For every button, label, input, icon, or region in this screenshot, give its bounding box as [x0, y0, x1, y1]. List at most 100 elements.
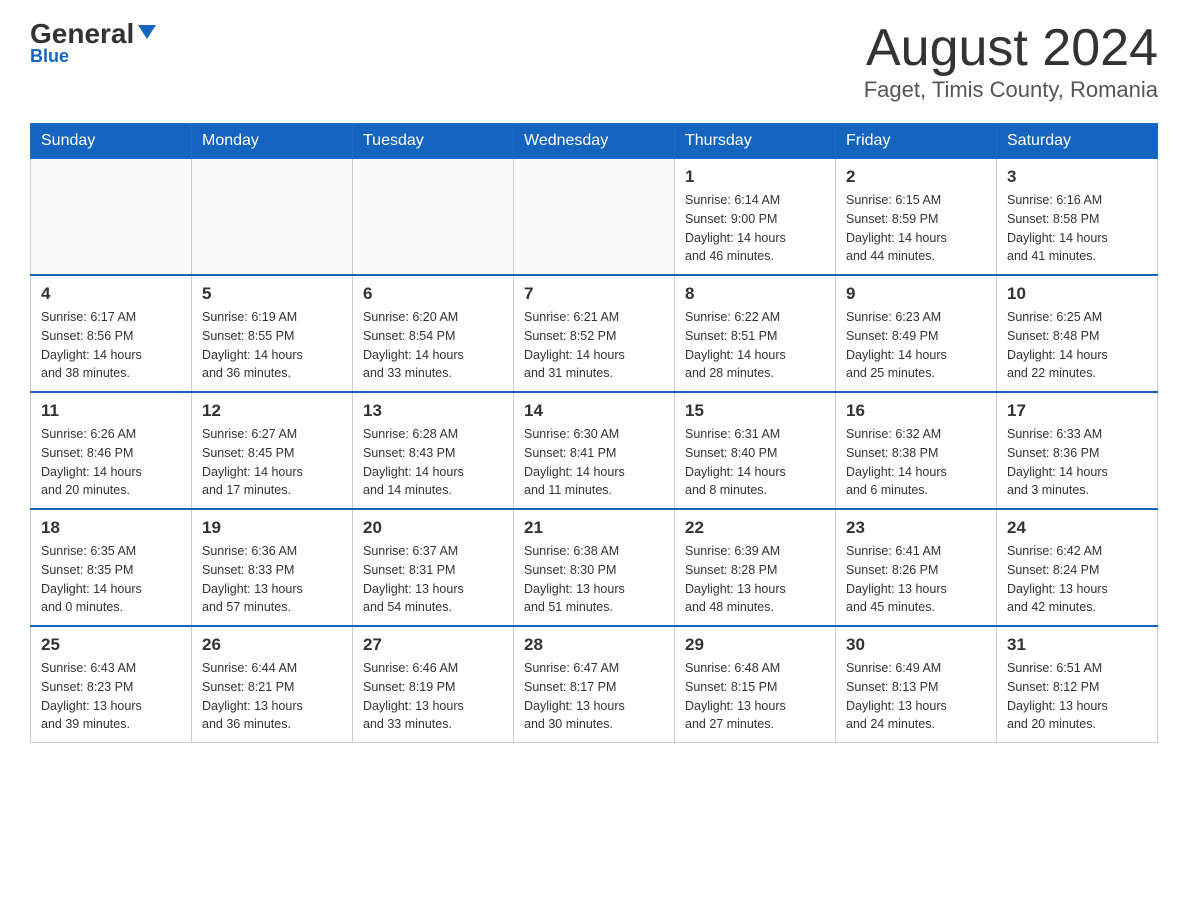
day-info: Sunrise: 6:39 AM Sunset: 8:28 PM Dayligh… — [685, 542, 825, 617]
day-info: Sunrise: 6:15 AM Sunset: 8:59 PM Dayligh… — [846, 191, 986, 266]
calendar-cell — [192, 159, 353, 276]
calendar-cell — [31, 159, 192, 276]
calendar-cell: 24 Sunrise: 6:42 AM Sunset: 8:24 PM Dayli… — [997, 509, 1158, 626]
day-info: Sunrise: 6:44 AM Sunset: 8:21 PM Dayligh… — [202, 659, 342, 734]
calendar-cell: 30 Sunrise: 6:49 AM Sunset: 8:13 PM Dayli… — [836, 626, 997, 743]
day-number: 27 — [363, 635, 503, 655]
calendar-cell: 9Sunrise: 6:23 AM Sunset: 8:49 PM Daylig… — [836, 275, 997, 392]
calendar-cell: 2Sunrise: 6:15 AM Sunset: 8:59 PM Daylig… — [836, 159, 997, 276]
day-info: Sunrise: 6:38 AM Sunset: 8:30 PM Dayligh… — [524, 542, 664, 617]
calendar-cell: 15Sunrise: 6:31 AM Sunset: 8:40 PM Dayli… — [675, 392, 836, 509]
day-info: Sunrise: 6:28 AM Sunset: 8:43 PM Dayligh… — [363, 425, 503, 500]
calendar-cell: 5Sunrise: 6:19 AM Sunset: 8:55 PM Daylig… — [192, 275, 353, 392]
calendar-cell: 23Sunrise: 6:41 AM Sunset: 8:26 PM Dayli… — [836, 509, 997, 626]
day-number: 24 — [1007, 518, 1147, 538]
day-info: Sunrise: 6:30 AM Sunset: 8:41 PM Dayligh… — [524, 425, 664, 500]
day-info: Sunrise: 6:20 AM Sunset: 8:54 PM Dayligh… — [363, 308, 503, 383]
calendar-cell: 26 Sunrise: 6:44 AM Sunset: 8:21 PM Dayli… — [192, 626, 353, 743]
day-number: 7 — [524, 284, 664, 304]
day-info: Sunrise: 6:49 AM Sunset: 8:13 PM Dayligh… — [846, 659, 986, 734]
day-number: 17 — [1007, 401, 1147, 421]
day-number: 26 — [202, 635, 342, 655]
day-number: 22 — [685, 518, 825, 538]
calendar-cell: 17 Sunrise: 6:33 AM Sunset: 8:36 PM Dayli… — [997, 392, 1158, 509]
day-info: Sunrise: 6:27 AM Sunset: 8:45 PM Dayligh… — [202, 425, 342, 500]
calendar-cell: 8Sunrise: 6:22 AM Sunset: 8:51 PM Daylig… — [675, 275, 836, 392]
calendar-week-row: 18 Sunrise: 6:35 AM Sunset: 8:35 PM Dayli… — [31, 509, 1158, 626]
calendar-cell: 21 Sunrise: 6:38 AM Sunset: 8:30 PM Dayli… — [514, 509, 675, 626]
calendar-cell: 19Sunrise: 6:36 AM Sunset: 8:33 PM Dayli… — [192, 509, 353, 626]
day-info: Sunrise: 6:51 AM Sunset: 8:12 PM Dayligh… — [1007, 659, 1147, 734]
calendar-header-wednesday: Wednesday — [514, 124, 675, 159]
day-number: 25 — [41, 635, 181, 655]
calendar-cell: 29 Sunrise: 6:48 AM Sunset: 8:15 PM Dayli… — [675, 626, 836, 743]
day-number: 16 — [846, 401, 986, 421]
day-number: 12 — [202, 401, 342, 421]
calendar-cell: 31 Sunrise: 6:51 AM Sunset: 8:12 PM Dayli… — [997, 626, 1158, 743]
header: General Blue August 2024 Faget, Timis Co… — [30, 20, 1158, 103]
subtitle: Faget, Timis County, Romania — [864, 77, 1158, 103]
calendar-header-friday: Friday — [836, 124, 997, 159]
calendar-week-row: 25Sunrise: 6:43 AM Sunset: 8:23 PM Dayli… — [31, 626, 1158, 743]
day-number: 31 — [1007, 635, 1147, 655]
day-info: Sunrise: 6:42 AM Sunset: 8:24 PM Dayligh… — [1007, 542, 1147, 617]
day-number: 3 — [1007, 167, 1147, 187]
day-info: Sunrise: 6:41 AM Sunset: 8:26 PM Dayligh… — [846, 542, 986, 617]
day-number: 4 — [41, 284, 181, 304]
calendar-cell: 3 Sunrise: 6:16 AM Sunset: 8:58 PM Daylig… — [997, 159, 1158, 276]
calendar-cell: 20Sunrise: 6:37 AM Sunset: 8:31 PM Dayli… — [353, 509, 514, 626]
calendar-cell: 10 Sunrise: 6:25 AM Sunset: 8:48 PM Dayli… — [997, 275, 1158, 392]
calendar-cell: 14Sunrise: 6:30 AM Sunset: 8:41 PM Dayli… — [514, 392, 675, 509]
title-area: August 2024 Faget, Timis County, Romania — [864, 20, 1158, 103]
calendar-header-row: SundayMondayTuesdayWednesdayThursdayFrid… — [31, 124, 1158, 159]
calendar-cell: 25Sunrise: 6:43 AM Sunset: 8:23 PM Dayli… — [31, 626, 192, 743]
day-info: Sunrise: 6:26 AM Sunset: 8:46 PM Dayligh… — [41, 425, 181, 500]
main-title: August 2024 — [864, 20, 1158, 77]
day-info: Sunrise: 6:16 AM Sunset: 8:58 PM Dayligh… — [1007, 191, 1147, 266]
day-number: 15 — [685, 401, 825, 421]
calendar-table: SundayMondayTuesdayWednesdayThursdayFrid… — [30, 123, 1158, 743]
day-info: Sunrise: 6:46 AM Sunset: 8:19 PM Dayligh… — [363, 659, 503, 734]
day-info: Sunrise: 6:33 AM Sunset: 8:36 PM Dayligh… — [1007, 425, 1147, 500]
day-number: 30 — [846, 635, 986, 655]
day-info: Sunrise: 6:35 AM Sunset: 8:35 PM Dayligh… — [41, 542, 181, 617]
calendar-cell: 27 Sunrise: 6:46 AM Sunset: 8:19 PM Dayli… — [353, 626, 514, 743]
calendar-header-sunday: Sunday — [31, 124, 192, 159]
calendar-header-saturday: Saturday — [997, 124, 1158, 159]
calendar-header-monday: Monday — [192, 124, 353, 159]
day-info: Sunrise: 6:48 AM Sunset: 8:15 PM Dayligh… — [685, 659, 825, 734]
logo-general: General — [30, 20, 134, 48]
calendar-cell — [514, 159, 675, 276]
calendar-week-row: 4 Sunrise: 6:17 AM Sunset: 8:56 PM Daylig… — [31, 275, 1158, 392]
calendar-cell: 11 Sunrise: 6:26 AM Sunset: 8:46 PM Dayli… — [31, 392, 192, 509]
day-number: 29 — [685, 635, 825, 655]
calendar-cell: 13 Sunrise: 6:28 AM Sunset: 8:43 PM Dayli… — [353, 392, 514, 509]
day-number: 10 — [1007, 284, 1147, 304]
calendar-header-tuesday: Tuesday — [353, 124, 514, 159]
day-number: 9 — [846, 284, 986, 304]
calendar-week-row: 11 Sunrise: 6:26 AM Sunset: 8:46 PM Dayli… — [31, 392, 1158, 509]
day-info: Sunrise: 6:32 AM Sunset: 8:38 PM Dayligh… — [846, 425, 986, 500]
day-number: 5 — [202, 284, 342, 304]
calendar-cell: 18 Sunrise: 6:35 AM Sunset: 8:35 PM Dayli… — [31, 509, 192, 626]
day-info: Sunrise: 6:17 AM Sunset: 8:56 PM Dayligh… — [41, 308, 181, 383]
day-number: 11 — [41, 401, 181, 421]
day-info: Sunrise: 6:21 AM Sunset: 8:52 PM Dayligh… — [524, 308, 664, 383]
calendar-header-thursday: Thursday — [675, 124, 836, 159]
day-number: 13 — [363, 401, 503, 421]
logo-triangle-icon — [136, 21, 158, 43]
day-info: Sunrise: 6:25 AM Sunset: 8:48 PM Dayligh… — [1007, 308, 1147, 383]
calendar-cell: 28 Sunrise: 6:47 AM Sunset: 8:17 PM Dayli… — [514, 626, 675, 743]
day-number: 28 — [524, 635, 664, 655]
day-info: Sunrise: 6:47 AM Sunset: 8:17 PM Dayligh… — [524, 659, 664, 734]
day-info: Sunrise: 6:14 AM Sunset: 9:00 PM Dayligh… — [685, 191, 825, 266]
day-number: 21 — [524, 518, 664, 538]
day-number: 18 — [41, 518, 181, 538]
day-info: Sunrise: 6:37 AM Sunset: 8:31 PM Dayligh… — [363, 542, 503, 617]
calendar-cell: 7 Sunrise: 6:21 AM Sunset: 8:52 PM Daylig… — [514, 275, 675, 392]
calendar-cell: 4 Sunrise: 6:17 AM Sunset: 8:56 PM Daylig… — [31, 275, 192, 392]
calendar-cell: 16 Sunrise: 6:32 AM Sunset: 8:38 PM Dayli… — [836, 392, 997, 509]
calendar-cell: 1Sunrise: 6:14 AM Sunset: 9:00 PM Daylig… — [675, 159, 836, 276]
calendar-cell: 12 Sunrise: 6:27 AM Sunset: 8:45 PM Dayli… — [192, 392, 353, 509]
day-info: Sunrise: 6:22 AM Sunset: 8:51 PM Dayligh… — [685, 308, 825, 383]
